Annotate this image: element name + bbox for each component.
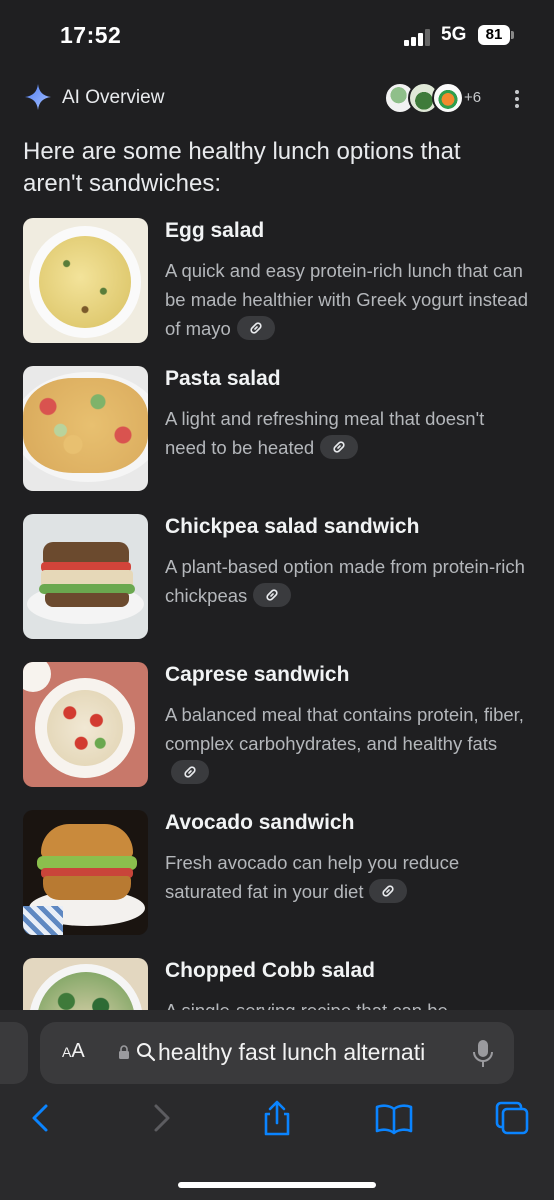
link-icon[interactable] — [320, 435, 359, 460]
source-avatar[interactable] — [432, 82, 464, 114]
bookmarks-icon[interactable] — [374, 1098, 414, 1138]
forward-icon[interactable] — [140, 1098, 180, 1138]
battery-tip — [511, 31, 514, 39]
address-bar[interactable]: AAAA healthy fast lunch alternati — [40, 1022, 514, 1084]
signal-icon — [404, 28, 434, 46]
browser-toolbar: AAAA healthy fast lunch alternati — [0, 1010, 554, 1200]
chickpea-sandwich-image[interactable] — [23, 514, 148, 639]
item-description: A plant-based option made from protein-r… — [165, 556, 525, 608]
lunch-options-list: Egg salad A quick and easy protein-rich … — [0, 200, 554, 1010]
item-title: Caprese sandwich — [165, 663, 350, 686]
status-bar: 17:52 5G 81 — [0, 0, 554, 70]
search-icon — [137, 1043, 156, 1062]
tabs-icon[interactable] — [492, 1098, 532, 1138]
ai-overview-header: AI Overview +6 — [0, 70, 554, 125]
home-indicator — [178, 1182, 376, 1188]
network-label: 5G — [441, 24, 467, 45]
microphone-icon[interactable] — [472, 1038, 494, 1070]
item-description: A balanced meal that contains protein, f… — [165, 700, 530, 787]
link-icon[interactable] — [253, 583, 292, 608]
pasta-salad-image[interactable] — [23, 366, 148, 491]
text-size-button[interactable]: AAAA — [62, 1040, 85, 1063]
link-icon[interactable] — [369, 879, 408, 904]
item-title: Chopped Cobb salad — [165, 959, 375, 982]
link-icon[interactable] — [236, 316, 275, 341]
item-description: A quick and easy protein-rich lunch that… — [165, 260, 529, 341]
battery-icon: 81 — [478, 25, 510, 45]
back-icon[interactable] — [22, 1098, 62, 1138]
more-options-icon[interactable] — [510, 87, 524, 111]
status-time: 17:52 — [60, 22, 122, 48]
share-icon[interactable] — [257, 1098, 297, 1138]
caprese-image[interactable] — [23, 662, 148, 787]
address-text[interactable]: healthy fast lunch alternati — [158, 1039, 454, 1066]
sparkle-icon — [25, 84, 51, 110]
ai-overview-title: AI Overview — [62, 87, 165, 108]
egg-salad-image[interactable] — [23, 218, 148, 343]
item-description: A light and refreshing meal that doesn't… — [165, 408, 485, 460]
item-description: Fresh avocado can help you reduce satura… — [165, 852, 460, 904]
previous-tab-peek[interactable] — [0, 1022, 28, 1084]
item-title: Chickpea salad sandwich — [165, 515, 420, 538]
link-icon[interactable] — [171, 760, 209, 785]
sources-more-count[interactable]: +6 — [464, 89, 481, 106]
item-title: Pasta salad — [165, 367, 281, 390]
item-title: Avocado sandwich — [165, 811, 355, 834]
item-title: Egg salad — [165, 219, 265, 242]
lock-icon — [119, 1045, 129, 1059]
cobb-salad-image[interactable] — [23, 958, 148, 1010]
item-description: A single-serving recipe that can be — [165, 996, 530, 1010]
avocado-sandwich-image[interactable] — [23, 810, 148, 935]
overview-intro: Here are some healthy lunch options that… — [23, 138, 461, 197]
